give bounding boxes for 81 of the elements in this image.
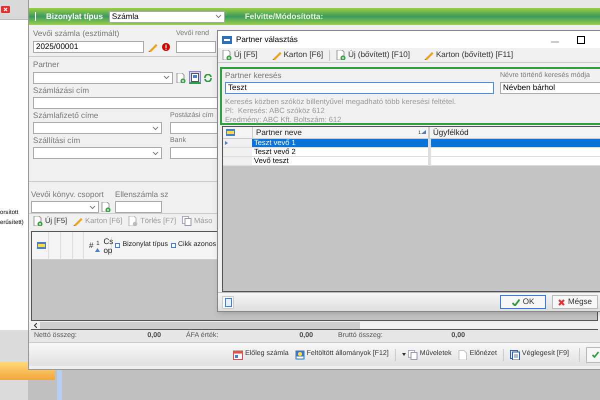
sort-ascending-icon xyxy=(95,248,100,252)
counter-account-field[interactable] xyxy=(115,201,162,213)
chevron-down-icon xyxy=(89,204,96,210)
field-label: Szállítási cím xyxy=(33,136,82,146)
postal-address-field[interactable] xyxy=(170,122,218,134)
input-field[interactable] xyxy=(176,41,216,53)
toolbar-button[interactable]: Karton (bővített) [F11] xyxy=(424,49,514,61)
toolbar-button[interactable]: Új [F5] xyxy=(222,49,258,61)
confirm-button[interactable] xyxy=(586,346,600,362)
field-label: Számlázási cím xyxy=(33,86,90,96)
document-type-select[interactable]: Számla xyxy=(108,10,225,22)
table-cell[interactable] xyxy=(429,148,600,157)
invoice-number-field[interactable]: 2025/00001 xyxy=(33,41,144,53)
chevron-down-icon xyxy=(152,126,159,130)
sort-ascending-icon xyxy=(421,130,426,134)
add-document-icon xyxy=(222,50,232,60)
app-icon xyxy=(222,36,232,44)
calendar-icon xyxy=(233,350,244,360)
ok-button[interactable]: OK xyxy=(500,295,546,309)
info-icon xyxy=(162,43,170,51)
column-header[interactable]: Cs op xyxy=(102,236,112,254)
copy-icon xyxy=(182,216,192,226)
close-icon xyxy=(558,298,565,306)
cancel-button[interactable]: Mégse xyxy=(552,295,598,309)
pencil-icon[interactable] xyxy=(148,42,158,52)
pencil-icon xyxy=(73,216,84,226)
dialog-title: Partner választás xyxy=(236,34,298,46)
toolbar-button[interactable]: Új (bővített) [F10] xyxy=(336,49,410,61)
pencil-icon xyxy=(424,50,434,60)
field-label: Partner keresés xyxy=(225,71,282,81)
add-document-icon xyxy=(336,50,346,60)
card-icon xyxy=(191,72,199,82)
export-button[interactable] xyxy=(222,296,234,308)
shipping-address-select[interactable] xyxy=(33,147,162,159)
square-icon xyxy=(115,243,120,248)
partner-select[interactable] xyxy=(33,72,173,84)
dropdown-icon xyxy=(402,353,406,356)
field-label: Felvitte/Módosította: xyxy=(244,10,324,22)
checkmark-icon xyxy=(592,351,599,358)
chevron-down-icon xyxy=(163,75,170,80)
field-label: Partner xyxy=(33,60,60,70)
close-icon[interactable] xyxy=(1,6,10,13)
table-cell[interactable] xyxy=(429,139,600,148)
add-document-icon[interactable] xyxy=(101,202,111,212)
search-button[interactable] xyxy=(189,71,201,84)
refresh-icon[interactable] xyxy=(204,74,212,82)
square-icon xyxy=(170,243,176,248)
field-label: Számlafizető címe xyxy=(33,111,100,121)
page-icon xyxy=(458,350,468,360)
grid-settings-icon[interactable] xyxy=(37,242,46,249)
field-label: Vevői könyv. csoport xyxy=(31,190,105,200)
row-header[interactable] xyxy=(223,139,252,148)
grid-settings-icon[interactable] xyxy=(226,129,235,136)
search-field[interactable]: Teszt xyxy=(225,82,494,94)
column-header[interactable] xyxy=(72,232,84,259)
checkmark-icon xyxy=(512,298,520,306)
field-label: Bizonylat típus xyxy=(46,10,103,22)
bank-field[interactable] xyxy=(170,147,218,159)
column-header[interactable]: Ügyfélkód xyxy=(429,127,469,138)
payer-address-select[interactable] xyxy=(33,122,162,134)
billing-address-field[interactable] xyxy=(33,97,218,109)
add-document-icon xyxy=(33,216,43,226)
toolbar-button[interactable]: Karton [F6] xyxy=(272,49,324,61)
scrollbar-thumb[interactable] xyxy=(40,322,360,328)
add-document-icon[interactable] xyxy=(176,72,186,82)
pencil-icon xyxy=(272,50,282,60)
table-cell[interactable] xyxy=(429,157,600,166)
maximize-icon[interactable] xyxy=(577,36,585,44)
chevron-down-icon xyxy=(214,14,222,19)
document-icon xyxy=(128,216,138,226)
document-stack-icon xyxy=(510,350,520,360)
field-label: Vevői számla (esztimált) xyxy=(33,29,120,39)
chevron-down-icon xyxy=(152,150,159,156)
ledger-group-select[interactable] xyxy=(31,201,99,213)
search-mode-field[interactable]: Névben bárhol xyxy=(500,82,600,94)
picture-icon xyxy=(294,350,305,360)
column-header[interactable]: # xyxy=(89,240,94,252)
copy-icon xyxy=(408,350,418,360)
document-icon xyxy=(224,298,232,306)
field-label: Ellenszámla sz xyxy=(115,190,168,200)
scroll-left-icon[interactable] xyxy=(34,322,37,328)
